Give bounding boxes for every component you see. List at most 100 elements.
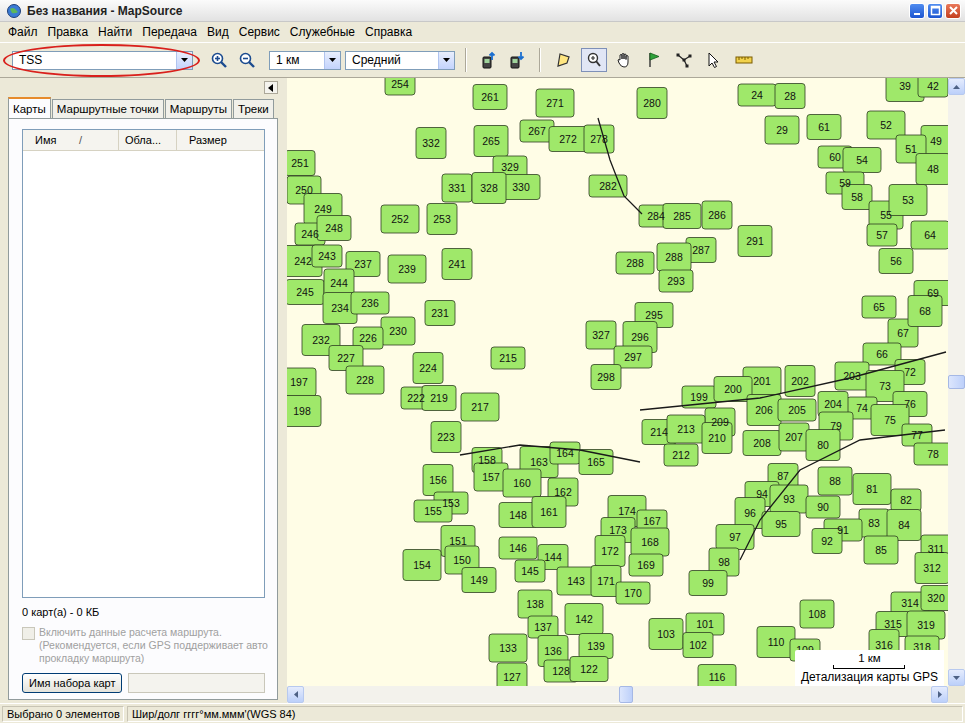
forest-parcel[interactable] xyxy=(914,443,948,465)
product-combo[interactable]: TSS xyxy=(12,51,193,70)
forest-parcel[interactable] xyxy=(536,89,574,117)
forest-parcel[interactable] xyxy=(427,204,457,235)
forest-parcel[interactable] xyxy=(735,498,765,529)
forest-parcel[interactable] xyxy=(442,174,472,202)
forest-parcel[interactable] xyxy=(312,245,342,267)
forest-parcel[interactable] xyxy=(716,525,754,550)
forest-parcel[interactable] xyxy=(287,396,321,427)
forest-parcel[interactable] xyxy=(287,280,324,305)
forest-parcel[interactable] xyxy=(659,270,693,292)
forest-parcel[interactable] xyxy=(649,619,683,650)
forest-parcel[interactable] xyxy=(489,634,527,662)
forest-parcel[interactable] xyxy=(515,560,545,582)
menu-item[interactable]: Передача xyxy=(137,25,202,39)
forest-parcel[interactable] xyxy=(689,571,727,596)
forest-parcel[interactable] xyxy=(862,296,896,318)
forest-parcel[interactable] xyxy=(497,663,527,686)
column-header[interactable]: Обла... xyxy=(119,130,177,150)
map-list[interactable]: Имя /Обла... Размер xyxy=(22,129,265,598)
forest-parcel[interactable] xyxy=(800,600,834,628)
forest-parcel[interactable] xyxy=(818,467,852,495)
forest-parcel[interactable] xyxy=(743,431,781,456)
forest-parcel[interactable] xyxy=(663,204,701,229)
forest-parcel[interactable] xyxy=(565,604,603,635)
forest-parcel[interactable] xyxy=(775,84,805,109)
minimize-button[interactable] xyxy=(909,3,925,19)
forest-parcel[interactable] xyxy=(683,633,713,658)
horizontal-scrollbar[interactable] xyxy=(287,686,965,703)
forest-parcel[interactable] xyxy=(499,537,537,559)
forest-parcel[interactable] xyxy=(889,185,927,216)
select-tool[interactable] xyxy=(701,48,727,72)
menu-item[interactable]: Сервис xyxy=(234,25,285,39)
forest-parcel[interactable] xyxy=(423,465,453,496)
forest-parcel[interactable] xyxy=(503,469,541,497)
forest-parcel[interactable] xyxy=(918,78,948,97)
forest-parcel[interactable] xyxy=(762,512,800,537)
splitter[interactable] xyxy=(280,78,287,703)
menu-item[interactable]: Вид xyxy=(202,25,234,39)
forest-parcel[interactable] xyxy=(549,127,587,152)
maximize-button[interactable] xyxy=(927,3,943,19)
forest-parcel[interactable] xyxy=(595,536,625,567)
forest-parcel[interactable] xyxy=(616,582,650,604)
route-tool[interactable] xyxy=(671,48,697,72)
forest-parcel[interactable] xyxy=(911,221,948,249)
forest-parcel[interactable] xyxy=(431,422,461,453)
menu-item[interactable]: Справка xyxy=(360,25,417,39)
receive-button[interactable] xyxy=(505,48,529,72)
forest-parcel[interactable] xyxy=(557,567,595,595)
waypoint-tool[interactable] xyxy=(641,48,667,72)
tab[interactable]: Маршрутные точки xyxy=(52,99,164,118)
forest-parcel[interactable] xyxy=(416,128,446,159)
forest-parcel[interactable] xyxy=(385,78,415,95)
forest-parcel[interactable] xyxy=(589,175,627,197)
forest-parcel[interactable] xyxy=(381,205,419,233)
scroll-thumb[interactable] xyxy=(619,686,633,703)
forest-parcel[interactable] xyxy=(631,528,669,556)
hand-tool[interactable] xyxy=(611,48,637,72)
forest-parcel[interactable] xyxy=(908,296,942,327)
forest-parcel[interactable] xyxy=(474,126,508,157)
tab[interactable]: Треки xyxy=(233,99,274,118)
forest-parcel[interactable] xyxy=(629,554,663,576)
forest-parcel[interactable] xyxy=(425,301,455,326)
forest-parcel[interactable] xyxy=(765,116,799,144)
forest-parcel[interactable] xyxy=(879,249,913,274)
forest-parcel[interactable] xyxy=(853,474,891,505)
scroll-thumb[interactable] xyxy=(948,375,965,389)
route-data-checkbox[interactable]: Включить данные расчета маршрута.(Рекоме… xyxy=(22,626,274,665)
forest-parcel[interactable] xyxy=(891,489,921,511)
vertical-scrollbar[interactable] xyxy=(948,78,965,686)
forest-parcel[interactable] xyxy=(422,386,456,411)
forest-parcel[interactable] xyxy=(664,444,698,466)
forest-parcel[interactable] xyxy=(351,292,389,314)
scroll-down-button[interactable] xyxy=(948,669,965,686)
map-view[interactable]: 2542612712802672722782652428293942615249… xyxy=(287,78,948,686)
menu-item[interactable]: Файл xyxy=(3,25,43,39)
map-canvas[interactable]: 2542612712802672722782652428293942615249… xyxy=(287,78,948,686)
forest-parcel[interactable] xyxy=(807,115,841,140)
forest-parcel[interactable] xyxy=(491,347,525,369)
forest-parcel[interactable] xyxy=(657,243,691,271)
zoom-out-button[interactable] xyxy=(235,48,259,72)
forest-parcel[interactable] xyxy=(287,368,316,396)
forest-parcel[interactable] xyxy=(287,151,315,176)
menu-item[interactable]: Правка xyxy=(43,25,94,39)
forest-parcel[interactable] xyxy=(907,611,945,639)
zoom-in-button[interactable] xyxy=(207,48,231,72)
forest-parcel[interactable] xyxy=(738,226,772,257)
forest-parcel[interactable] xyxy=(714,377,752,402)
forest-parcel[interactable] xyxy=(461,393,499,421)
forest-parcel[interactable] xyxy=(616,252,654,274)
close-button[interactable] xyxy=(945,3,961,19)
map-select-tool[interactable] xyxy=(551,48,577,72)
dropdown-button[interactable] xyxy=(176,52,192,69)
menu-item[interactable]: Найти xyxy=(93,25,137,39)
forest-parcel[interactable] xyxy=(864,536,898,564)
forest-parcel[interactable] xyxy=(916,154,948,185)
forest-parcel[interactable] xyxy=(570,657,608,682)
forest-parcel[interactable] xyxy=(921,586,948,611)
forest-parcel[interactable] xyxy=(518,590,552,618)
forest-parcel[interactable] xyxy=(499,503,537,528)
